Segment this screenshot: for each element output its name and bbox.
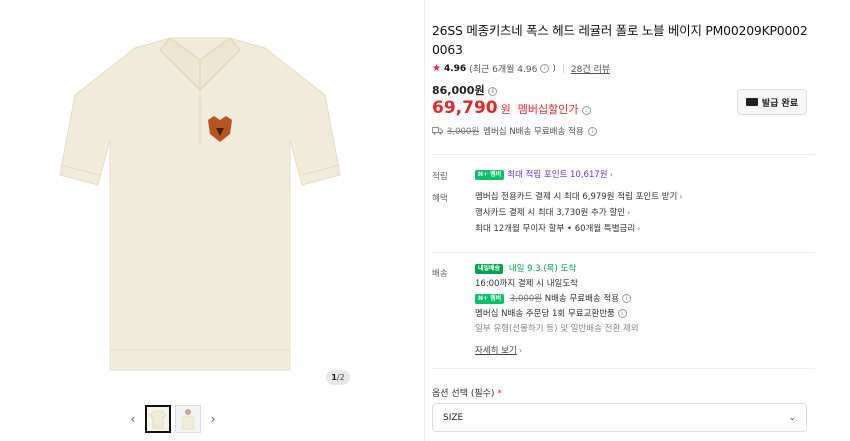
delivery-info: 내일배송 내일 9.3.(목) 도착 16:00까지 결제 시 내일도착 N+ … xyxy=(475,262,639,359)
sale-price-unit: 원 xyxy=(500,103,511,116)
review-count-link[interactable]: 28건 리뷰 xyxy=(571,62,610,75)
product-title: 26SS 메종키츠네 폭스 헤드 레귤러 폴로 노블 베이지 PM00209KP… xyxy=(432,23,808,57)
perk-text: 멤버십 전용카드 결제 시 최대 6,979원 적립 포인트 받기 xyxy=(475,192,678,202)
rating-row: ★ 4.96 (최근 6개월 4.96 i ) | 28건 리뷰 xyxy=(432,62,610,75)
max-points-text: 최대 적립 포인트 10,617원 xyxy=(507,170,608,180)
points-row[interactable]: N+ 멤버 최대 적립 포인트 10,617원 › xyxy=(475,167,613,183)
points-label: 적립 xyxy=(432,172,448,182)
product-main-image[interactable] xyxy=(40,20,360,390)
exchange-note: 멤버십 N배송 주문당 1회 무료교환반품 xyxy=(475,309,615,319)
product-gallery: 1/2 ‹ › xyxy=(0,0,425,441)
perk-item[interactable]: 멤버십 전용카드 결제 시 최대 6,979원 적립 포인트 받기 › xyxy=(475,189,683,205)
delivery-cutoff: 16:00까지 결제 시 내일도착 xyxy=(475,279,578,289)
perk-text: 행사카드 결제 시 최대 3,730원 추가 할인 xyxy=(475,208,626,218)
exchange-note-row: 멤버십 N배송 주문당 1회 무료교환반품 i xyxy=(475,307,639,322)
image-pager: 1/2 xyxy=(326,370,350,385)
original-price: 86,000원 xyxy=(432,84,485,97)
section-divider xyxy=(432,368,815,369)
perk-item[interactable]: 행사카드 결제 시 최대 3,730원 추가 할인 › xyxy=(475,205,683,221)
original-price-row: 86,000원 i xyxy=(432,82,498,98)
chevron-right-icon: › xyxy=(609,170,613,179)
chevron-right-icon: › xyxy=(679,192,683,201)
option-label-text: 옵션 선택 (필수) xyxy=(432,389,495,399)
chevron-right-icon: › xyxy=(518,346,523,355)
info-icon[interactable]: i xyxy=(617,309,627,318)
required-mark: * xyxy=(497,389,502,399)
exchange-sub-note: 일부 유형(선물하기 등) 및 일반배송 전환 제외 xyxy=(475,324,639,334)
member-discount-dropdown[interactable]: 멤버십할인가 ⌄ xyxy=(518,101,591,117)
delivery-fee-note: N배송 무료배송 적용 xyxy=(544,294,620,304)
size-select-value: SIZE xyxy=(443,412,464,423)
thumbnail-model-icon xyxy=(181,409,195,430)
truck-icon xyxy=(432,127,443,135)
option-select-label: 옵션 선택 (필수) * xyxy=(432,386,502,399)
coupon-issued-button[interactable]: 발급 완료 xyxy=(737,89,807,115)
thumbnail-1[interactable] xyxy=(145,405,171,433)
pager-total: /2 xyxy=(336,373,345,382)
thumbnail-2[interactable] xyxy=(175,405,201,433)
delivery-label: 배송 xyxy=(432,269,448,279)
coupon-button-label: 발급 완료 xyxy=(761,98,799,109)
rating-score: 4.96 xyxy=(443,63,467,74)
shipping-fee-note: 멤버십 N배송 무료배송 적용 xyxy=(483,127,584,137)
info-icon[interactable]: i xyxy=(540,64,550,73)
section-divider xyxy=(432,252,815,253)
product-info-panel: 26SS 메종키츠네 폭스 헤드 레귤러 폴로 노블 베이지 PM00209KP… xyxy=(424,0,850,441)
thumbnail-strip: ‹ › xyxy=(125,404,221,434)
perks-label: 혜택 xyxy=(432,194,448,204)
sale-price: 69,790 xyxy=(432,98,498,118)
star-icon: ★ xyxy=(432,63,441,74)
more-details-link[interactable]: 자세히 보기 xyxy=(475,346,517,356)
divider-bar: | xyxy=(561,63,565,74)
npay-member-badge: N+ 멤버 xyxy=(475,293,505,304)
delivery-fee-strike: 3,000원 xyxy=(509,294,543,304)
rating-detail-close: ) xyxy=(552,63,556,74)
section-divider xyxy=(432,154,815,155)
perks-list: 멤버십 전용카드 결제 시 최대 6,979원 적립 포인트 받기 › 행사카드 … xyxy=(475,189,683,237)
delivery-date-row: 내일배송 내일 9.3.(목) 도착 xyxy=(475,262,639,277)
info-icon[interactable]: i xyxy=(587,126,597,136)
rating-detail: (최근 6개월 4.96 xyxy=(469,65,538,75)
sale-price-row: 69,790 원 멤버십할인가 ⌄ xyxy=(432,98,591,118)
size-select[interactable]: SIZE ⌄ xyxy=(432,403,807,432)
member-discount-label: 멤버십할인가 xyxy=(517,103,579,116)
chevron-right-icon: › xyxy=(627,208,631,217)
delivery-date: 내일 9.3.(목) 도착 xyxy=(508,264,577,274)
thumbnail-next-button[interactable]: › xyxy=(205,409,221,429)
shipping-fee-row: 3,000원 멤버십 N배송 무료배송 적용 i xyxy=(432,125,597,137)
chevron-right-icon: › xyxy=(637,224,641,233)
chevron-down-icon: ⌄ xyxy=(581,105,591,115)
more-details-row[interactable]: 자세히 보기 › xyxy=(475,343,639,359)
thumbnail-shirt-icon xyxy=(149,410,167,429)
info-icon[interactable]: i xyxy=(488,86,498,96)
npay-member-badge: N+ 멤버 xyxy=(475,169,505,180)
info-icon[interactable]: i xyxy=(621,294,631,303)
chevron-down-icon: ⌄ xyxy=(788,412,796,423)
thumbnail-prev-button[interactable]: ‹ xyxy=(125,409,141,429)
delivery-fee-row: N+ 멤버 3,000원 N배송 무료배송 적용 i xyxy=(475,292,639,307)
perk-item[interactable]: 최대 12개월 무이자 할부 • 60개월 특별금리 › xyxy=(475,221,683,237)
tomorrow-delivery-badge: 내일배송 xyxy=(475,263,504,274)
coupon-icon xyxy=(745,98,758,106)
perk-text: 최대 12개월 무이자 할부 • 60개월 특별금리 xyxy=(475,224,636,234)
shipping-fee-strike: 3,000원 xyxy=(447,127,480,137)
